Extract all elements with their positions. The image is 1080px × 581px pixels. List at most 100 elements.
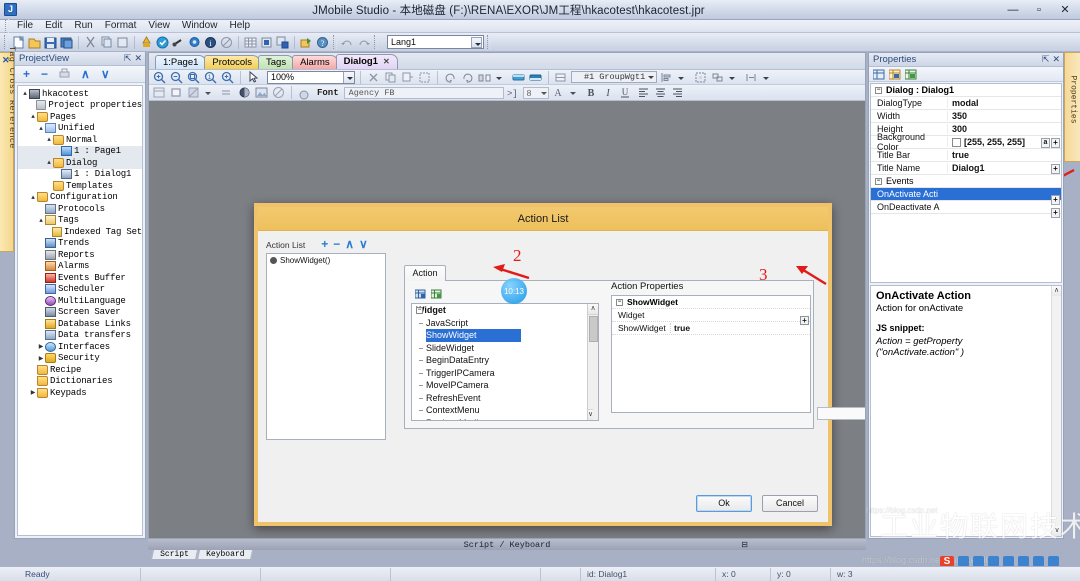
zoom-selection-icon[interactable] <box>220 70 235 85</box>
italic-icon[interactable]: I <box>602 85 617 100</box>
collapse-box-icon[interactable]: − <box>616 299 623 306</box>
chevron-down-icon[interactable] <box>568 85 583 100</box>
tree-node-tags[interactable]: ▲Tags <box>18 215 142 227</box>
info-icon[interactable]: i <box>203 35 218 50</box>
copy-icon[interactable] <box>99 35 114 50</box>
close-icon[interactable]: ✕ <box>1052 54 1060 65</box>
tab-script[interactable]: Script <box>151 550 198 560</box>
tree-node-normal[interactable]: ▲Normal <box>18 134 142 146</box>
menu-run[interactable]: Run <box>68 20 98 32</box>
undo-icon[interactable] <box>340 35 355 50</box>
tree-node-events-buffer[interactable]: Events Buffer <box>18 272 142 284</box>
tree-node-keypads[interactable]: ▶Keypads <box>18 387 142 399</box>
twisty-icon[interactable]: ▶ <box>29 389 37 396</box>
align-text-right-icon[interactable] <box>670 85 685 100</box>
pin-icon[interactable]: ⊟ <box>741 540 748 550</box>
property-row[interactable]: Background Color[255, 255, 255]a+ <box>871 136 1061 149</box>
action-properties-grid[interactable]: − ShowWidget Widget + <box>611 295 811 413</box>
rotate-left-icon[interactable] <box>443 70 458 85</box>
toolbar-grip-2[interactable] <box>333 35 337 49</box>
align-left-icon[interactable] <box>659 70 674 85</box>
remove-node-button[interactable]: − <box>41 68 48 80</box>
twisty-icon[interactable]: ▲ <box>21 90 29 97</box>
validate-icon[interactable] <box>155 35 170 50</box>
twisty-icon[interactable]: ▲ <box>45 136 53 143</box>
tree-node-hkacotest[interactable]: ▲hkacotest <box>18 88 142 100</box>
tree-node-trends[interactable]: Trends <box>18 238 142 250</box>
toolbar-grip-4[interactable] <box>487 35 491 49</box>
tab-keyboard[interactable]: Keyboard <box>197 550 254 560</box>
action-tree-item-showwidget[interactable]: ShowWidget <box>426 329 521 342</box>
select-all-icon[interactable] <box>417 70 432 85</box>
help-circle-icon[interactable]: ? <box>315 35 330 50</box>
chevron-down-icon[interactable] <box>494 70 509 85</box>
add-action-button[interactable]: + <box>321 239 328 250</box>
pointer-icon[interactable] <box>246 70 261 85</box>
tree-node-reports[interactable]: Reports <box>18 249 142 261</box>
move-up-action-button[interactable]: ∧ <box>345 239 354 250</box>
properties-grid[interactable]: − Dialog : Dialog1 DialogTypemodalWidth3… <box>870 83 1062 283</box>
fill-style-icon[interactable] <box>152 85 167 100</box>
save-icon[interactable] <box>43 35 58 50</box>
tree-node-alarms[interactable]: Alarms <box>18 261 142 273</box>
tree-node-configuration[interactable]: ▲Configuration <box>18 192 142 204</box>
tree-node-protocols[interactable]: Protocols <box>18 203 142 215</box>
gradient-icon[interactable] <box>186 85 201 100</box>
border-style-icon[interactable] <box>169 85 184 100</box>
line-width-icon[interactable] <box>220 85 235 100</box>
action-type-tree[interactable]: −WidgetJavaScriptShowWidgetSlideWidgetBe… <box>411 303 599 421</box>
language-select[interactable]: Lang1 <box>387 35 484 49</box>
ok-button[interactable]: Ok <box>696 495 752 512</box>
zoom-in-icon[interactable] <box>152 70 167 85</box>
no-fill-icon[interactable] <box>271 85 286 100</box>
color-swatch-icon[interactable] <box>952 138 961 147</box>
scroll-up-icon[interactable]: ∧ <box>588 304 598 315</box>
transfer-icon[interactable] <box>299 35 314 50</box>
tab-tags[interactable]: Tags <box>258 55 294 69</box>
font-color-icon[interactable]: A <box>551 85 566 100</box>
property-browse-button[interactable]: + <box>1051 164 1060 174</box>
twisty-icon[interactable]: ▶ <box>37 343 45 350</box>
download-icon[interactable] <box>139 35 154 50</box>
remove-action-button[interactable]: − <box>333 239 340 250</box>
alphabetical-view-icon[interactable] <box>889 69 900 79</box>
underline-icon[interactable]: U <box>619 85 634 100</box>
collapse-box-icon[interactable]: − <box>416 307 423 314</box>
minimize-button[interactable]: — <box>1000 1 1026 19</box>
align-text-center-icon[interactable] <box>653 85 668 100</box>
zoom-level-combo[interactable]: 100% <box>267 71 355 84</box>
tree-node-recipe[interactable]: Recipe <box>18 364 142 376</box>
image-icon[interactable] <box>254 85 269 100</box>
action-tree-item-contextmenu[interactable]: ContextMenu <box>412 404 598 417</box>
tree-node-scheduler[interactable]: Scheduler <box>18 284 142 296</box>
property-browse-button[interactable]: + <box>1051 138 1060 148</box>
twisty-icon[interactable]: ▲ <box>29 113 37 120</box>
bring-front-icon[interactable] <box>511 70 526 85</box>
font-family-combo[interactable]: Agency FB <box>344 87 504 99</box>
property-value[interactable]: modal <box>947 98 1061 108</box>
property-value[interactable]: Dialog1+ <box>947 163 1061 173</box>
menu-format[interactable]: Format <box>99 20 143 32</box>
tree-node-dictionaries[interactable]: Dictionaries <box>18 376 142 388</box>
table-blue-icon[interactable] <box>259 35 274 50</box>
description-scrollbar[interactable]: ∧ ∨ <box>1051 286 1061 536</box>
table-row[interactable]: Widget + <box>612 309 810 322</box>
property-value[interactable]: 350 <box>947 111 1061 121</box>
tag-cross-reference-tab[interactable]: ✕ Tag Cross Reference <box>0 52 14 252</box>
chevron-down-icon[interactable] <box>646 72 656 82</box>
cancel-button[interactable]: Cancel <box>762 495 818 512</box>
menu-file[interactable]: File <box>11 20 39 32</box>
tree-node-security[interactable]: ▶Security <box>18 353 142 365</box>
collapse-all-icon[interactable] <box>431 289 442 299</box>
space-horizontal-icon[interactable] <box>744 70 759 85</box>
grid-icon[interactable] <box>243 35 258 50</box>
link-icon[interactable] <box>171 35 186 50</box>
property-value[interactable]: true <box>947 150 1061 160</box>
property-row[interactable]: Title NameDialog1+ <box>871 162 1061 175</box>
update-icon[interactable] <box>187 35 202 50</box>
chevron-down-icon[interactable] <box>203 85 218 100</box>
chevron-down-icon[interactable] <box>471 37 482 48</box>
list-item[interactable]: ShowWidget() <box>267 254 385 267</box>
distribute-icon[interactable] <box>693 70 708 85</box>
menu-edit[interactable]: Edit <box>39 20 68 32</box>
